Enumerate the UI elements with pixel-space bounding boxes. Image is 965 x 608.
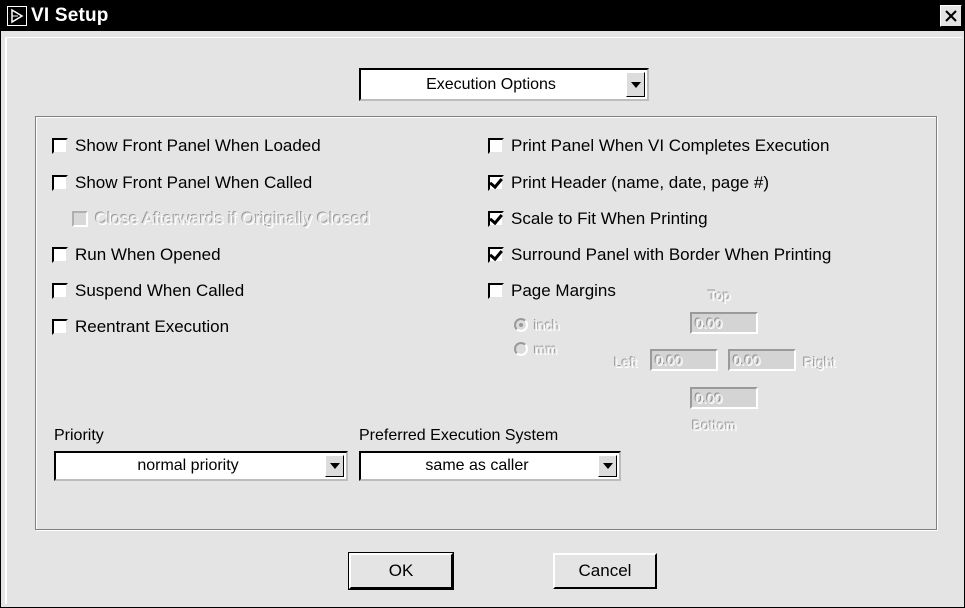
priority-dropdown-button[interactable] bbox=[325, 455, 344, 477]
dialog-body: Execution Options Show Front Panel When … bbox=[5, 37, 962, 604]
inch-radio-button bbox=[514, 318, 528, 332]
option-label: Scale to Fit When Printing bbox=[511, 209, 708, 228]
suspend-when-called-checkbox[interactable] bbox=[52, 283, 68, 299]
show-front-panel-called-checkbox[interactable] bbox=[52, 175, 68, 191]
page-margins-checkbox[interactable] bbox=[488, 283, 504, 299]
right-margin-label: Right bbox=[803, 354, 836, 370]
option-label: Reentrant Execution bbox=[75, 317, 230, 336]
option-label: Close Afterwards if Originally Closed bbox=[95, 209, 370, 228]
title-bar: VI Setup bbox=[1, 1, 964, 31]
option-scale-to-fit[interactable]: Scale to Fit When Printing bbox=[488, 206, 708, 232]
mm-label: mm bbox=[534, 341, 558, 357]
option-show-front-panel-loaded[interactable]: Show Front Panel When Loaded bbox=[52, 133, 321, 159]
option-label: Show Front Panel When Called bbox=[75, 173, 313, 192]
execution-system-value: same as caller bbox=[425, 457, 529, 474]
close-icon bbox=[945, 10, 957, 22]
option-label: Show Front Panel When Loaded bbox=[75, 136, 321, 155]
option-suspend-when-called[interactable]: Suspend When Called bbox=[52, 278, 244, 304]
option-label: Page Margins bbox=[511, 281, 616, 300]
vi-setup-dialog: VI Setup Execution Options Show Front Pa… bbox=[0, 0, 965, 608]
print-header-checkbox[interactable] bbox=[488, 175, 504, 191]
surround-panel-border-checkbox[interactable] bbox=[488, 247, 504, 263]
dropdown-arrow-icon bbox=[329, 463, 340, 469]
run-when-opened-checkbox[interactable] bbox=[52, 247, 68, 263]
option-close-afterwards: Close Afterwards if Originally Closed bbox=[72, 206, 370, 232]
top-margin-field: 0.00 bbox=[690, 312, 758, 334]
section-dropdown-button[interactable] bbox=[626, 72, 645, 97]
section-dropdown[interactable]: Execution Options bbox=[359, 68, 649, 101]
option-show-front-panel-called[interactable]: Show Front Panel When Called bbox=[52, 170, 312, 196]
priority-dropdown[interactable]: normal priority bbox=[54, 451, 348, 481]
scale-to-fit-checkbox[interactable] bbox=[488, 211, 504, 227]
inch-label: inch bbox=[534, 317, 560, 333]
section-dropdown-value: Execution Options bbox=[426, 75, 556, 93]
left-margin-label: Left bbox=[614, 354, 638, 370]
window-title: VI Setup bbox=[31, 5, 109, 26]
option-run-when-opened[interactable]: Run When Opened bbox=[52, 242, 221, 268]
unit-inch-radio: inch bbox=[514, 317, 560, 333]
execution-system-dropdown[interactable]: same as caller bbox=[359, 451, 621, 481]
dropdown-arrow-icon bbox=[630, 81, 641, 88]
top-margin-label: Top bbox=[708, 287, 731, 303]
option-print-panel-completes[interactable]: Print Panel When VI Completes Execution bbox=[488, 133, 829, 159]
priority-value: normal priority bbox=[137, 457, 239, 474]
ok-button[interactable]: OK bbox=[348, 552, 454, 590]
right-margin-field: 0.00 bbox=[728, 349, 796, 371]
option-reentrant-execution[interactable]: Reentrant Execution bbox=[52, 314, 229, 340]
option-page-margins[interactable]: Page Margins bbox=[488, 278, 616, 304]
priority-label: Priority bbox=[54, 427, 104, 444]
option-label: Print Panel When VI Completes Execution bbox=[511, 136, 830, 155]
mm-radio-button bbox=[514, 342, 528, 356]
dropdown-arrow-icon bbox=[602, 463, 613, 469]
options-group: Show Front Panel When Loaded Show Front … bbox=[35, 116, 937, 530]
print-panel-completes-checkbox[interactable] bbox=[488, 138, 504, 154]
option-print-header[interactable]: Print Header (name, date, page #) bbox=[488, 170, 769, 196]
close-afterwards-checkbox bbox=[72, 211, 88, 227]
execution-system-label: Preferred Execution System bbox=[359, 427, 559, 444]
close-button[interactable] bbox=[940, 5, 962, 27]
cancel-button[interactable]: Cancel bbox=[553, 553, 657, 589]
option-label: Surround Panel with Border When Printing bbox=[511, 245, 832, 264]
reentrant-execution-checkbox[interactable] bbox=[52, 319, 68, 335]
option-label: Run When Opened bbox=[75, 245, 221, 264]
bottom-margin-field: 0.00 bbox=[690, 387, 758, 409]
left-margin-field: 0.00 bbox=[650, 349, 718, 371]
option-surround-panel-border[interactable]: Surround Panel with Border When Printing bbox=[488, 242, 831, 268]
show-front-panel-loaded-checkbox[interactable] bbox=[52, 138, 68, 154]
option-label: Print Header (name, date, page #) bbox=[511, 173, 769, 192]
option-label: Suspend When Called bbox=[75, 281, 245, 300]
unit-mm-radio: mm bbox=[514, 341, 557, 357]
bottom-margin-label: Bottom bbox=[692, 417, 737, 433]
labview-vi-icon bbox=[7, 6, 27, 26]
execution-system-dropdown-button[interactable] bbox=[598, 455, 617, 477]
